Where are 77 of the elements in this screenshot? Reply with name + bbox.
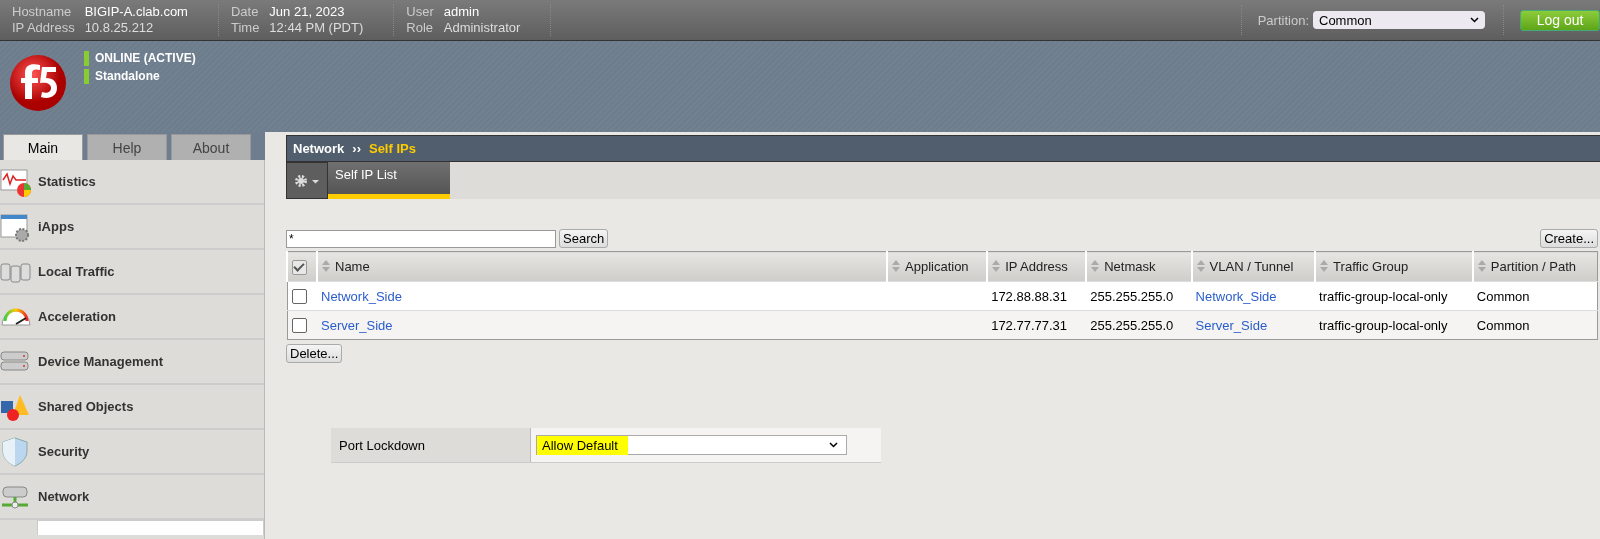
settings-menu-button[interactable] <box>286 162 328 199</box>
table-cell: 255.255.255.0 <box>1086 310 1192 340</box>
table-cell: traffic-group-local-only <box>1315 310 1473 340</box>
breadcrumb-link[interactable]: Network <box>293 141 345 156</box>
sidebar-item[interactable]: Shared Objects <box>0 385 264 430</box>
column-header[interactable]: Application <box>887 251 988 282</box>
chart-icon <box>0 169 31 197</box>
delete-button[interactable]: Delete... <box>286 344 343 363</box>
nav-tab[interactable]: Main <box>3 134 83 160</box>
caret-icon <box>1470 17 1479 23</box>
sidebar-item[interactable]: Local Traffic <box>0 250 264 295</box>
window-gear-icon <box>0 214 29 242</box>
column-header[interactable]: Name <box>317 251 887 282</box>
network-device-icon <box>0 486 30 508</box>
column-header[interactable]: Netmask <box>1086 251 1192 282</box>
info-value: Administrator <box>443 20 521 36</box>
logo-icon <box>8 53 68 113</box>
sort-icon <box>1196 260 1205 272</box>
table-link[interactable]: Network_Side <box>1195 288 1277 304</box>
table-cell: Common <box>1472 310 1598 340</box>
info-label: Hostname <box>12 4 73 20</box>
partition-dropdown[interactable]: Common <box>1313 11 1485 29</box>
sidebar-item[interactable]: Acceleration <box>0 295 264 340</box>
server-stack-icon <box>0 351 29 370</box>
table-cell: 172.88.88.31 <box>987 281 1087 311</box>
gauge-icon <box>1 308 31 325</box>
table-cell: 255.255.255.0 <box>1086 281 1192 311</box>
caret-icon <box>829 442 838 448</box>
row-checkbox[interactable] <box>291 289 307 305</box>
breadcrumb-current: Self IPs <box>368 141 416 156</box>
row-checkbox[interactable] <box>291 318 307 334</box>
info-label: Time <box>230 20 260 36</box>
info-label: Role <box>406 20 434 36</box>
table-cell: 172.77.77.31 <box>987 310 1087 340</box>
search-button[interactable]: Search <box>559 229 609 248</box>
sort-icon <box>892 260 900 272</box>
sidebar-item[interactable]: iApps <box>0 205 264 250</box>
status-text: Standalone <box>84 69 196 84</box>
info-value: Jun 21, 2023 <box>269 4 346 20</box>
breadcrumb-separator: ›› <box>352 141 361 156</box>
field-label: Port Lockdown <box>331 428 531 462</box>
info-value: admin <box>443 4 481 20</box>
table-link[interactable]: Server_Side <box>321 317 393 333</box>
info-value: 10.8.25.212 <box>84 20 155 36</box>
select-all-checkbox[interactable] <box>292 259 307 275</box>
status-text: ONLINE (ACTIVE) <box>84 51 196 66</box>
column-header[interactable]: VLAN / Tunnel <box>1191 251 1316 282</box>
sort-icon <box>1477 260 1486 272</box>
column-header[interactable]: Partition / Path <box>1472 251 1598 282</box>
sidebar-item[interactable]: Security <box>0 430 264 475</box>
table-cell: traffic-group-local-only <box>1315 281 1473 311</box>
column-header[interactable]: IP Address <box>987 251 1087 282</box>
table-link[interactable]: Network_Side <box>321 288 402 304</box>
settings-icon <box>294 173 320 188</box>
shield-icon <box>2 437 28 466</box>
sort-icon <box>322 260 330 272</box>
create-button[interactable]: Create... <box>1540 229 1598 248</box>
sub-tab[interactable]: Self IP List <box>328 162 450 199</box>
nav-tab[interactable]: Help <box>87 134 167 160</box>
search-field[interactable]: * <box>286 229 556 248</box>
sidebar-item[interactable]: Device Management <box>0 340 264 385</box>
info-value: BIGIP-A.clab.com <box>84 4 188 20</box>
sort-icon <box>1320 260 1329 272</box>
port-lockdown-dropdown[interactable]: Allow Default <box>536 435 847 455</box>
column-header[interactable]: Traffic Group <box>1315 251 1473 282</box>
sort-icon <box>1091 260 1100 272</box>
info-label: Date <box>230 4 260 20</box>
info-value: 12:44 PM (PDT) <box>269 20 364 36</box>
info-label: IP Address <box>12 20 75 36</box>
table-link[interactable]: Server_Side <box>1195 317 1268 333</box>
nav-tab[interactable]: About <box>171 134 251 160</box>
partition-label: Partition: <box>1257 12 1309 28</box>
sort-icon <box>992 260 1001 272</box>
sidebar-item[interactable]: Statistics <box>0 160 264 205</box>
shapes-icon <box>1 394 29 421</box>
table-cell: Common <box>1472 281 1598 311</box>
info-label: User <box>406 4 434 20</box>
